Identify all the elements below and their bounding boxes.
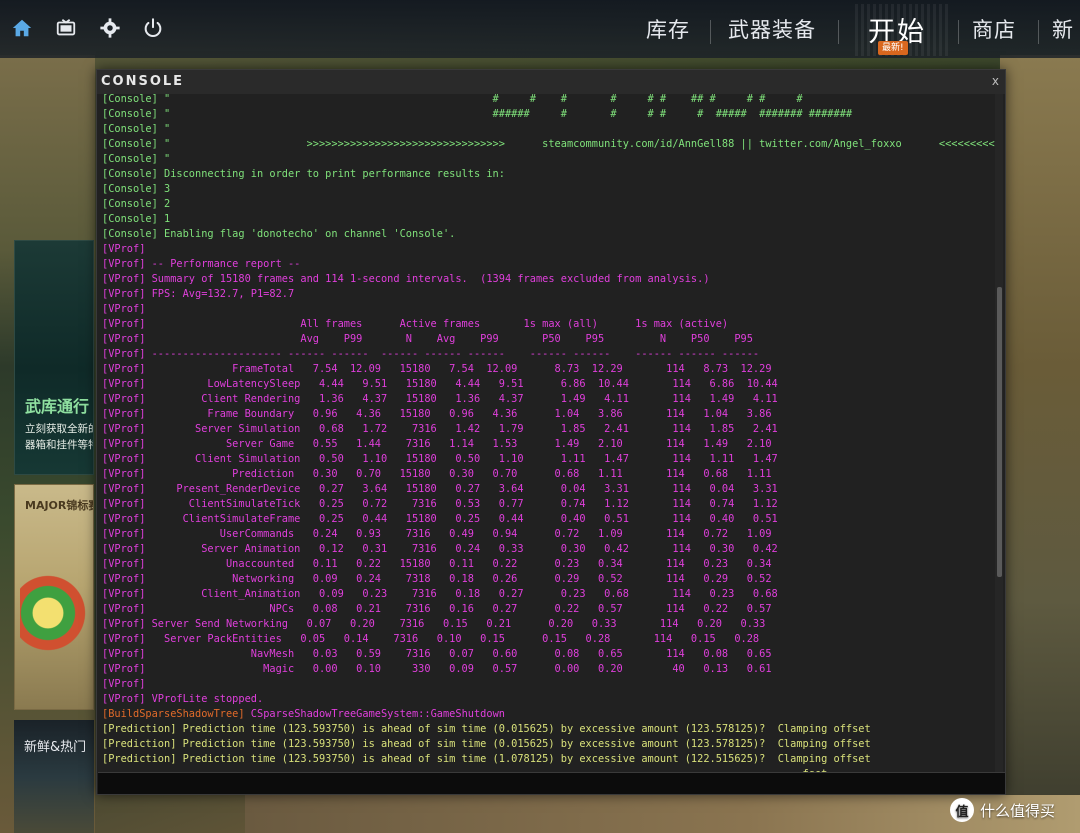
- console-line: [VProf] Server Simulation 0.68 1.72 7316…: [102, 423, 778, 435]
- console-title: CONSOLE: [101, 74, 185, 89]
- console-line: [VProf]: [102, 678, 146, 690]
- console-line: [VProf] VProfLite stopped.: [102, 693, 264, 705]
- console-line: [VProf] Avg P99 N Avg P99 P50 P95 N P50 …: [102, 333, 753, 345]
- console-line: [BuildSparseShadowTree] CSparseShadowTre…: [102, 707, 997, 722]
- nav-divider: [710, 20, 711, 44]
- armory-pass-line: 器箱和挂件等特: [25, 439, 94, 451]
- console-line: [VProf] Unaccounted 0.11 0.22 15180 0.11…: [102, 558, 772, 570]
- close-icon[interactable]: x: [992, 74, 999, 88]
- console-line: [VProf]: [102, 303, 146, 315]
- console-line: [VProf] Summary of 15180 frames and 114 …: [102, 273, 710, 285]
- console-line: [VProf] Present_RenderDevice 0.27 3.64 1…: [102, 483, 778, 495]
- home-icon[interactable]: [8, 14, 36, 42]
- console-line: [VProf] Client_Animation 0.09 0.23 7316 …: [102, 588, 778, 600]
- console-line: [VProf] Networking 0.09 0.24 7318 0.18 0…: [102, 573, 772, 585]
- console-line: [Console] " >>>>>>>>>>>>>>>>>>>>>>>>>>>>…: [102, 138, 997, 150]
- console-line: [VProf] NavMesh 0.03 0.59 7316 0.07 0.60…: [102, 648, 772, 660]
- console-line: [VProf] ClientSimulateFrame 0.25 0.44 15…: [102, 513, 778, 525]
- console-input[interactable]: [98, 772, 1005, 794]
- console-line: [VProf] NPCs 0.08 0.21 7316 0.16 0.27 0.…: [102, 603, 772, 615]
- console-line: [VProf] Server PackEntities 0.05 0.14 73…: [102, 633, 760, 645]
- console-line: [Prediction] Prediction time (123.593750…: [102, 723, 871, 735]
- console-line: [VProf] Client Rendering 1.36 4.37 15180…: [102, 393, 778, 405]
- console-line: [Prediction] Prediction time (123.593750…: [102, 738, 871, 750]
- gear-icon[interactable]: [96, 14, 124, 42]
- armory-pass-line: 立刻获取全新的: [25, 423, 94, 435]
- console-line-text: CSparseShadowTreeGameSystem::GameShutdow…: [244, 708, 505, 720]
- nav-new[interactable]: 新: [1052, 14, 1074, 48]
- nav-divider: [958, 20, 959, 44]
- console-line: [VProf] Magic 0.00 0.10 330 0.09 0.57 0.…: [102, 663, 772, 675]
- major-sticker-art: [20, 565, 90, 685]
- console-line: [VProf] Server Animation 0.12 0.31 7316 …: [102, 543, 778, 555]
- console-line: [Console] 3: [102, 183, 171, 195]
- console-line: [Console] Enabling flag 'donotecho' on c…: [102, 228, 456, 240]
- armory-pass-title: 武库通行: [25, 397, 90, 416]
- console-line: [VProf] -- Performance report --: [102, 258, 301, 270]
- console-line: [VProf] ClientSimulateTick 0.25 0.72 731…: [102, 498, 778, 510]
- console-line: [Console] 2: [102, 198, 171, 210]
- new-badge: 最新!: [878, 41, 908, 55]
- console-line: [Console] ": [102, 123, 171, 135]
- console-line: [Console] 1: [102, 213, 171, 225]
- console-line: [Console] ": [102, 153, 171, 165]
- nav-loadout[interactable]: 武器装备: [728, 14, 816, 48]
- console-line: [VProf]: [102, 243, 146, 255]
- console-titlebar[interactable]: CONSOLE x: [97, 70, 1005, 94]
- console-line: [VProf] Server Game 0.55 1.44 7316 1.14 …: [102, 438, 772, 450]
- watermark-logo-icon: 值: [950, 798, 974, 822]
- watermark: 值 什么值得买: [950, 798, 1055, 822]
- console-line: [VProf] --------------------- ------ ---…: [102, 348, 760, 360]
- fresh-hot-card[interactable]: 新鲜&热门: [14, 720, 94, 833]
- console-log: [Console] " # # # # # # ## # # # # [Conso…: [102, 92, 997, 772]
- console-line: [VProf] Server Send Networking 0.07 0.20…: [102, 618, 766, 630]
- power-icon[interactable]: [139, 14, 167, 42]
- console-line: [VProf] FrameTotal 7.54 12.09 15180 7.54…: [102, 363, 772, 375]
- nav-divider: [1038, 20, 1039, 44]
- console-line: [Console] " ###### # # # # # ##### #####…: [102, 108, 853, 120]
- console-line: [VProf] Client Simulation 0.50 1.10 1518…: [102, 453, 778, 465]
- console-line: [VProf] Frame Boundary 0.96 4.36 15180 0…: [102, 408, 772, 420]
- fresh-hot-title: 新鲜&热门: [24, 740, 87, 755]
- nav-inventory[interactable]: 库存: [646, 14, 690, 48]
- tv-icon[interactable]: [52, 14, 80, 42]
- watermark-text: 什么值得买: [980, 801, 1056, 820]
- nav-store[interactable]: 商店: [972, 14, 1016, 48]
- console-line: [Console] Disconnecting in order to prin…: [102, 168, 505, 180]
- console-line: [VProf] Prediction 0.30 0.70 15180 0.30 …: [102, 468, 772, 480]
- console-line-tag: [BuildSparseShadowTree]: [102, 708, 245, 720]
- console-line: [VProf] FPS: Avg=132.7, P1=82.7: [102, 288, 295, 300]
- major-title: MAJOR锦标赛: [25, 499, 94, 512]
- console-line: [VProf] LowLatencySleep 4.44 9.51 15180 …: [102, 378, 778, 390]
- console-line: [Console] " # # # # # # ## # # # #: [102, 93, 803, 105]
- console-line: [Prediction] Prediction time (123.593750…: [102, 753, 871, 765]
- console-line: [VProf] UserCommands 0.24 0.93 7316 0.49…: [102, 528, 772, 540]
- major-tournament-card[interactable]: MAJOR锦标赛: [14, 484, 94, 710]
- armory-pass-card[interactable]: 武库通行 立刻获取全新的 器箱和挂件等特: [14, 240, 94, 475]
- nav-divider: [838, 20, 839, 44]
- console-window: CONSOLE x [Console] " # # # # # # ## # #…: [96, 69, 1006, 795]
- top-nav-bar: 库存 武器装备 开始 最新! 商店 新: [0, 0, 1080, 58]
- background-right: [1000, 55, 1080, 833]
- console-line: [VProf] All frames Active frames 1s max …: [102, 318, 729, 330]
- scrollbar-thumb[interactable]: [997, 287, 1002, 577]
